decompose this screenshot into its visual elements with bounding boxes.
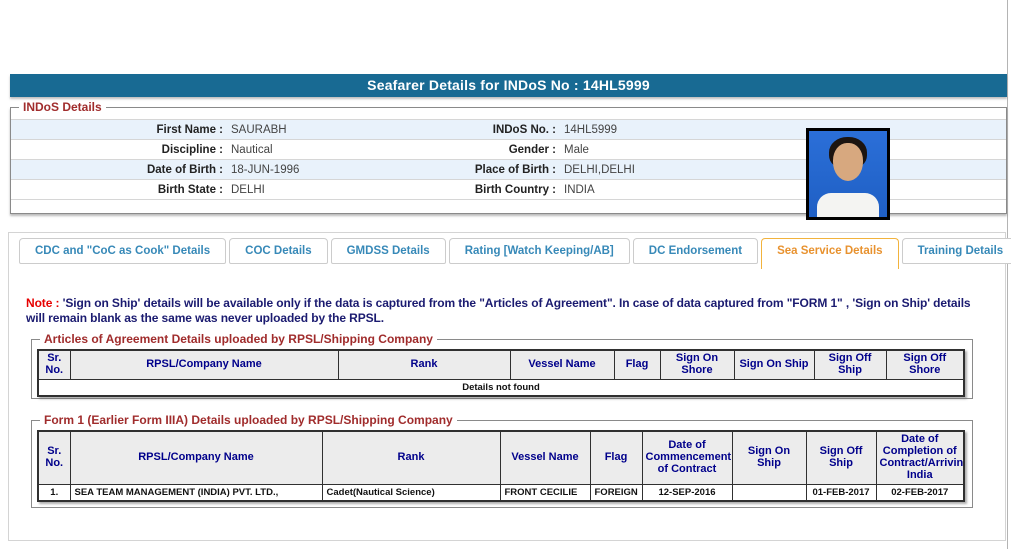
tab-coc-details[interactable]: COC Details (229, 238, 327, 264)
field-label: Discipline : (11, 140, 223, 159)
note-prefix: Note : (26, 296, 59, 310)
field-label: Date of Birth : (11, 160, 223, 179)
tab-bar: CDC and "CoC as Cook" DetailsCOC Details… (19, 238, 1005, 269)
column-header: Vessel Name (500, 431, 590, 484)
column-header: RPSL/Company Name (70, 431, 322, 484)
field-value: Nautical (223, 140, 461, 159)
header-row: Sr. No.RPSL/Company NameRankVessel NameF… (38, 350, 964, 379)
column-header: Sign On Ship (732, 431, 806, 484)
table-cell: FOREIGN (590, 484, 642, 501)
column-header: Date of Commencement of Contract (642, 431, 732, 484)
form1-legend: Form 1 (Earlier Form IIIA) Details uploa… (40, 413, 457, 427)
table-cell: 02-FEB-2017 (876, 484, 964, 501)
column-header: Sign On Shore (660, 350, 734, 379)
form1-table-head: Sr. No.RPSL/Company NameRankVessel NameF… (38, 431, 964, 484)
tab-sea-service-details[interactable]: Sea Service Details (761, 238, 899, 269)
field-label: Birth State : (11, 180, 223, 199)
articles-table-head: Sr. No.RPSL/Company NameRankVessel NameF… (38, 350, 964, 379)
field-value: INDIA (556, 180, 1006, 199)
field-label: First Name : (11, 120, 223, 139)
table-cell (732, 484, 806, 501)
column-header: RPSL/Company Name (70, 350, 338, 379)
column-header: Flag (590, 431, 642, 484)
field-label: Gender : (461, 140, 556, 159)
table-cell: FRONT CECILIE (500, 484, 590, 501)
empty-message: Details not found (38, 379, 964, 396)
indos-details-section: INDoS Details First Name :SAURABHINDoS N… (10, 100, 1007, 214)
photo-shirt (817, 193, 879, 219)
column-header: Sign Off Ship (806, 431, 876, 484)
field-value: 18-JUN-1996 (223, 160, 461, 179)
tab-gmdss-details[interactable]: GMDSS Details (331, 238, 446, 264)
seafarer-photo (806, 128, 890, 220)
articles-table: Sr. No.RPSL/Company NameRankVessel NameF… (37, 349, 965, 397)
table-cell: 12-SEP-2016 (642, 484, 732, 501)
field-label: Place of Birth : (461, 160, 556, 179)
field-value: Male (556, 140, 1006, 159)
column-header: Sign Off Shore (886, 350, 964, 379)
table-cell: Cadet(Nautical Science) (322, 484, 500, 501)
column-header: Sign On Ship (734, 350, 814, 379)
articles-legend: Articles of Agreement Details uploaded b… (40, 332, 437, 346)
table-cell: 01-FEB-2017 (806, 484, 876, 501)
header-row: Sr. No.RPSL/Company NameRankVessel NameF… (38, 431, 964, 484)
photo-face (833, 143, 863, 181)
tab-content-panel: CDC and "CoC as Cook" DetailsCOC Details… (8, 232, 1006, 541)
column-header: Sr. No. (38, 431, 70, 484)
table-row: 1.SEA TEAM MANAGEMENT (INDIA) PVT. LTD.,… (38, 484, 964, 501)
column-header: Sr. No. (38, 350, 70, 379)
indos-details-legend: INDoS Details (19, 100, 106, 114)
table-cell: SEA TEAM MANAGEMENT (INDIA) PVT. LTD., (70, 484, 322, 501)
table-cell: 1. (38, 484, 70, 501)
tab-training-details[interactable]: Training Details (902, 238, 1011, 264)
column-header: Rank (338, 350, 510, 379)
column-header: Vessel Name (510, 350, 614, 379)
note: Note : 'Sign on Ship' details will be av… (26, 296, 991, 326)
field-value: 14HL5999 (556, 120, 1006, 139)
field-value: DELHI,DELHI (556, 160, 1006, 179)
column-header: Date of Completion of Contract/Arriving … (876, 431, 964, 484)
form1-table-body: 1.SEA TEAM MANAGEMENT (INDIA) PVT. LTD.,… (38, 484, 964, 501)
tab-dc-endorsement[interactable]: DC Endorsement (633, 238, 758, 264)
field-value: DELHI (223, 180, 461, 199)
field-label: INDoS No. : (461, 120, 556, 139)
tab-rating-watch-keeping-ab[interactable]: Rating [Watch Keeping/AB] (449, 238, 630, 264)
form1-section: Form 1 (Earlier Form IIIA) Details uploa… (31, 413, 973, 508)
column-header: Flag (614, 350, 660, 379)
field-label: Birth Country : (461, 180, 556, 199)
tab-cdc-and-coc-as-cook-details[interactable]: CDC and "CoC as Cook" Details (19, 238, 226, 264)
form1-table: Sr. No.RPSL/Company NameRankVessel NameF… (37, 430, 965, 502)
column-header: Sign Off Ship (814, 350, 886, 379)
column-header: Rank (322, 431, 500, 484)
note-text: 'Sign on Ship' details will be available… (26, 296, 971, 325)
page-right-edge (1007, 0, 1008, 549)
articles-of-agreement-section: Articles of Agreement Details uploaded b… (31, 332, 973, 399)
field-value: SAURABH (223, 120, 461, 139)
empty-row: Details not found (38, 379, 964, 396)
page-title: Seafarer Details for INDoS No : 14HL5999 (10, 74, 1007, 97)
